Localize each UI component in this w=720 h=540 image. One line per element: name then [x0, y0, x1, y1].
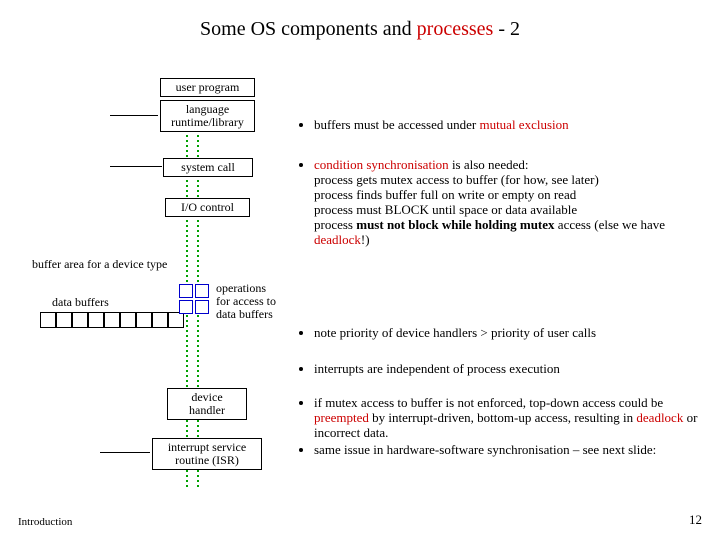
- ops-box-2: [195, 284, 209, 298]
- operations-label: operations for access to data buffers: [216, 282, 276, 322]
- buffer-cells: [40, 312, 184, 328]
- arrow-to-syscall: [110, 166, 162, 167]
- footer-left: Introduction: [18, 516, 72, 528]
- data-buffers-label: data buffers: [52, 296, 109, 309]
- language-runtime-box: language runtime/library: [160, 100, 255, 132]
- buffer-area-label: buffer area for a device type: [32, 258, 167, 271]
- device-handler-box: device handler: [167, 388, 247, 420]
- ops-box-1: [179, 284, 193, 298]
- io-control-box: I/O control: [165, 198, 250, 217]
- bullet-2: condition synchronisation is also needed…: [300, 158, 705, 250]
- ops-box-3: [179, 300, 193, 314]
- page-title: Some OS components and processes - 2: [0, 18, 720, 41]
- isr-box: interrupt service routine (ISR): [152, 438, 262, 470]
- bullet-4: interrupts are independent of process ex…: [300, 362, 705, 379]
- arrow-to-runtime: [110, 115, 158, 116]
- system-call-box: system call: [163, 158, 253, 177]
- bullet-1: buffers must be accessed under mutual ex…: [300, 118, 705, 135]
- user-program-box: user program: [160, 78, 255, 97]
- bullet-5: if mutex access to buffer is not enforce…: [300, 396, 705, 460]
- ops-box-4: [195, 300, 209, 314]
- arrow-to-isr: [100, 452, 150, 453]
- bullet-3: note priority of device handlers > prior…: [300, 326, 705, 343]
- page-number: 12: [689, 512, 702, 528]
